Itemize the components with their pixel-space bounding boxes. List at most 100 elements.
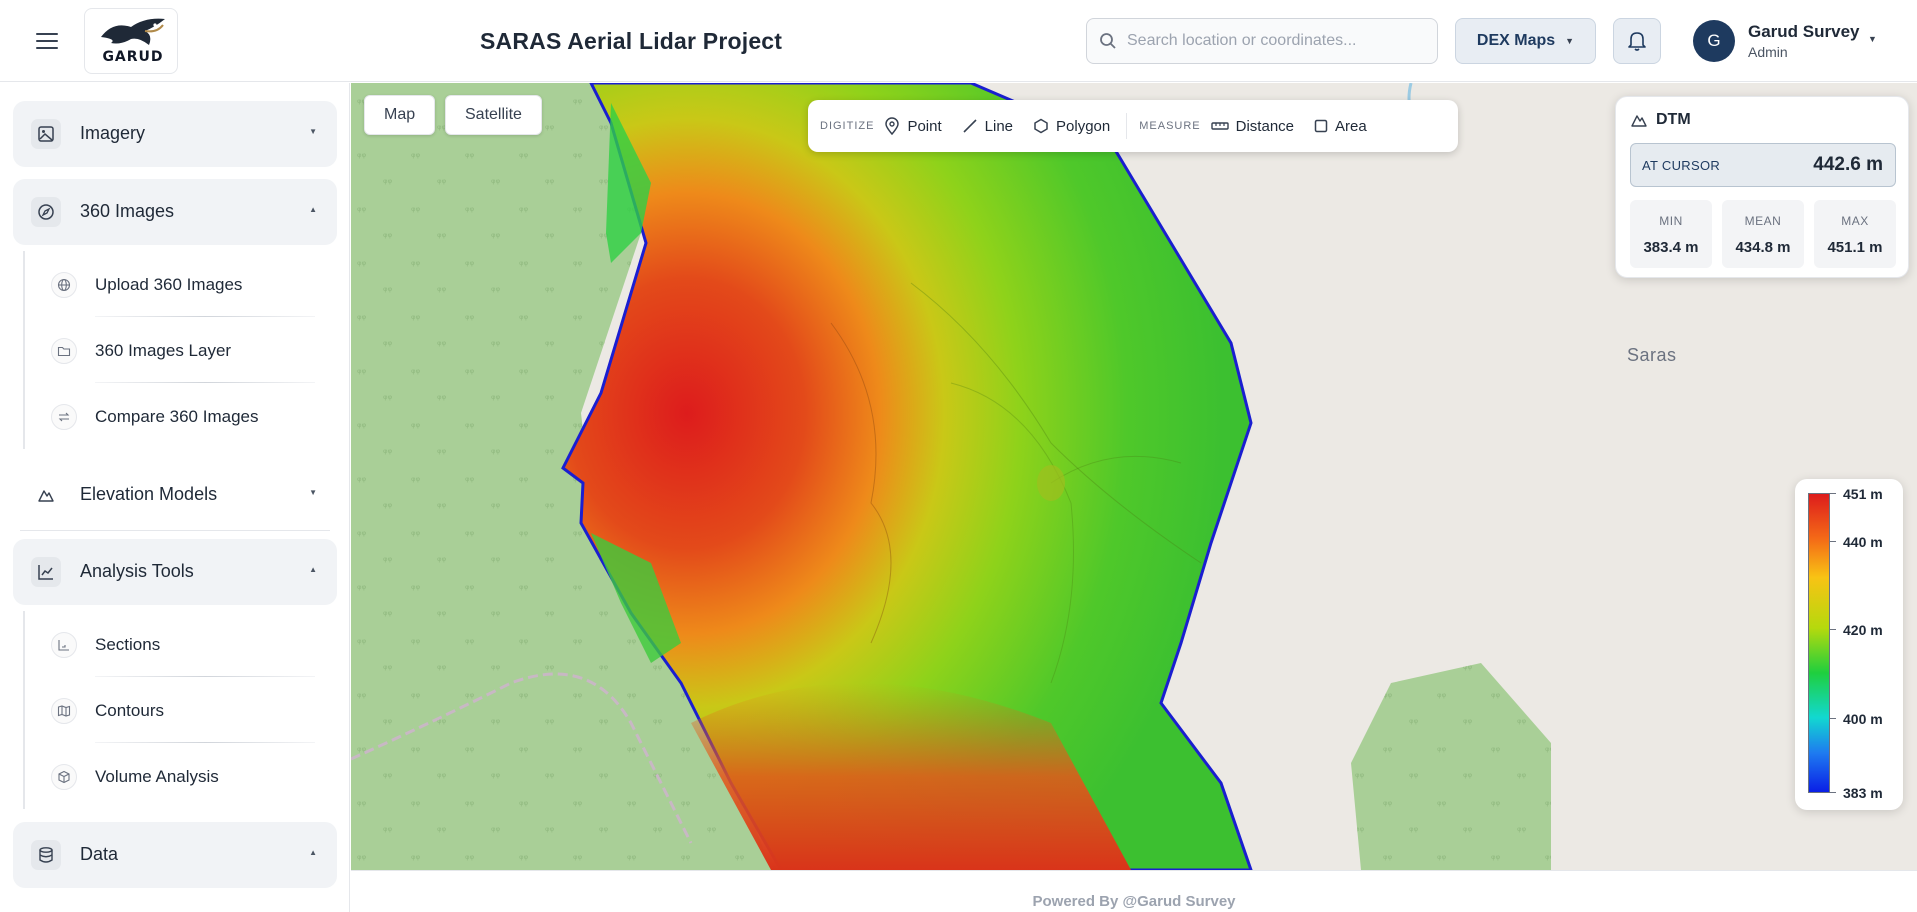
legend-tick xyxy=(1830,718,1836,719)
sidebar-section-label: Data xyxy=(80,844,119,864)
elevation-legend: 451 m 440 m 420 m 400 m 383 m xyxy=(1795,479,1903,810)
sidebar-item-contours[interactable]: Contours xyxy=(45,677,315,743)
cursor-value: 442.6 m xyxy=(1813,154,1883,175)
polygon-tool-label: Polygon xyxy=(1056,117,1111,135)
chevron-up-icon: ▲ xyxy=(309,848,317,857)
cursor-label: AT CURSOR xyxy=(1642,158,1721,173)
swap-icon xyxy=(51,404,77,430)
search-icon xyxy=(1100,33,1116,49)
point-tool-button[interactable]: Point xyxy=(884,117,942,135)
cursor-elevation-box: AT CURSOR 442.6 m xyxy=(1630,143,1896,187)
logo-text: GARUD xyxy=(102,49,164,65)
stat-value: 451.1 m xyxy=(1827,239,1883,256)
point-tool-label: Point xyxy=(907,117,942,135)
sidebar-item-360-layer[interactable]: 360 Images Layer xyxy=(45,317,315,383)
chevron-down-icon[interactable]: ▼ xyxy=(1868,34,1877,44)
digitize-toolbar: DIGITIZE Point Line Polygon MEASURE Dist… xyxy=(808,100,1458,152)
basemap-dropdown-button[interactable]: DEX Maps ▼ xyxy=(1455,18,1596,64)
bell-icon xyxy=(1628,32,1646,51)
satellite-view-button[interactable]: Satellite xyxy=(445,95,542,135)
chevron-down-icon: ▼ xyxy=(1565,36,1575,46)
color-ramp xyxy=(1808,493,1830,793)
footer: Powered By @Garud Survey xyxy=(351,870,1917,912)
stat-value: 383.4 m xyxy=(1643,239,1699,256)
chevron-down-icon: ▼ xyxy=(309,488,317,497)
user-role: Admin xyxy=(1748,44,1788,60)
menu-icon[interactable] xyxy=(30,28,64,54)
search-input[interactable] xyxy=(1127,19,1427,63)
legend-tick xyxy=(1830,629,1836,630)
ruler-icon xyxy=(1210,122,1229,130)
cube-icon xyxy=(51,764,77,790)
stat-label: MIN xyxy=(1659,214,1683,228)
notifications-button[interactable] xyxy=(1613,18,1661,64)
folder-icon xyxy=(51,338,77,364)
basemap-button-label: DEX Maps xyxy=(1476,32,1556,49)
legend-label: 440 m xyxy=(1843,534,1883,550)
sidebar-subitems-360: Upload 360 Images 360 Images Layer Compa… xyxy=(23,251,333,449)
chevron-down-icon: ▼ xyxy=(309,127,317,136)
line-chart-icon xyxy=(31,557,61,587)
logo[interactable]: GARUD xyxy=(84,8,178,74)
footer-text: Powered By @Garud Survey xyxy=(1032,893,1236,910)
sidebar-section-elevation-models[interactable]: Elevation Models ▼ xyxy=(13,462,337,528)
distance-tool-button[interactable]: Distance xyxy=(1210,117,1294,135)
sidebar-section-imagery[interactable]: Imagery ▼ xyxy=(13,101,337,167)
place-label: Saras xyxy=(1627,345,1677,365)
sidebar-item-label: Contours xyxy=(95,701,164,720)
sidebar-item-volume-analysis[interactable]: Volume Analysis xyxy=(45,743,315,809)
digitize-label: DIGITIZE xyxy=(820,120,875,132)
sidebar-item-sections[interactable]: Sections xyxy=(45,611,315,677)
database-icon xyxy=(31,840,61,870)
legend-label: 420 m xyxy=(1843,622,1883,638)
sidebar-item-label: Upload 360 Images xyxy=(95,275,243,294)
sidebar-item-label: Sections xyxy=(95,635,161,654)
legend-tick xyxy=(1830,792,1836,793)
avatar[interactable]: G xyxy=(1693,20,1735,62)
sidebar-section-360-images[interactable]: 360 Images ▲ xyxy=(13,179,337,245)
area-tool-button[interactable]: Area xyxy=(1314,118,1367,135)
sidebar-section-analysis-tools[interactable]: Analysis Tools ▲ xyxy=(13,539,337,605)
legend-label: 451 m xyxy=(1843,486,1883,502)
stat-label: MEAN xyxy=(1744,214,1782,228)
search-box xyxy=(1086,18,1438,64)
legend-tick xyxy=(1830,541,1836,542)
legend-label: 400 m xyxy=(1843,711,1883,727)
sidebar-section-label: Analysis Tools xyxy=(80,561,194,581)
mountain-icon xyxy=(31,480,61,510)
stat-label: MAX xyxy=(1841,214,1869,228)
sidebar-section-label: 360 Images xyxy=(80,201,175,221)
area-tool-label: Area xyxy=(1335,117,1367,135)
legend-label: 383 m xyxy=(1843,785,1883,801)
sidebar-section-label: Imagery xyxy=(80,123,146,143)
line-icon xyxy=(963,119,977,133)
divider xyxy=(20,530,330,531)
sidebar: Imagery ▼ 360 Images ▲ Upload 360 Images… xyxy=(0,83,350,912)
user-name[interactable]: Garud Survey xyxy=(1748,22,1860,42)
sidebar-item-label: 360 Images Layer xyxy=(95,341,232,360)
stat-max: MAX 451.1 m xyxy=(1814,200,1896,268)
line-tool-label: Line xyxy=(984,117,1014,135)
sidebar-section-data[interactable]: Data ▲ xyxy=(13,822,337,888)
section-icon xyxy=(51,632,77,658)
sidebar-item-upload-360[interactable]: Upload 360 Images xyxy=(45,251,315,317)
toolbar-divider xyxy=(1126,113,1128,139)
eagle-logo-icon xyxy=(101,18,165,45)
chevron-up-icon: ▲ xyxy=(309,205,317,214)
hexagon-icon xyxy=(1034,118,1048,134)
sidebar-item-label: Compare 360 Images xyxy=(95,407,259,426)
map-icon xyxy=(51,698,77,724)
sidebar-item-compare-360[interactable]: Compare 360 Images xyxy=(45,383,315,449)
map-view-button[interactable]: Map xyxy=(364,95,436,135)
stat-mean: MEAN 434.8 m xyxy=(1722,200,1804,268)
stat-min: MIN 383.4 m xyxy=(1630,200,1712,268)
polygon-tool-button[interactable]: Polygon xyxy=(1033,118,1110,135)
page-title: SARAS Aerial Lidar Project xyxy=(480,28,783,54)
line-tool-button[interactable]: Line xyxy=(962,118,1013,135)
map-canvas[interactable]: ᵩᵩ ᵩᵩ Map Satellite Saras DIGITIZE xyxy=(351,83,1917,870)
stat-value: 434.8 m xyxy=(1735,239,1791,256)
globe-icon xyxy=(51,272,77,298)
chevron-up-icon: ▲ xyxy=(309,565,317,574)
distance-tool-label: Distance xyxy=(1235,117,1294,135)
sidebar-section-label: Elevation Models xyxy=(80,484,218,504)
